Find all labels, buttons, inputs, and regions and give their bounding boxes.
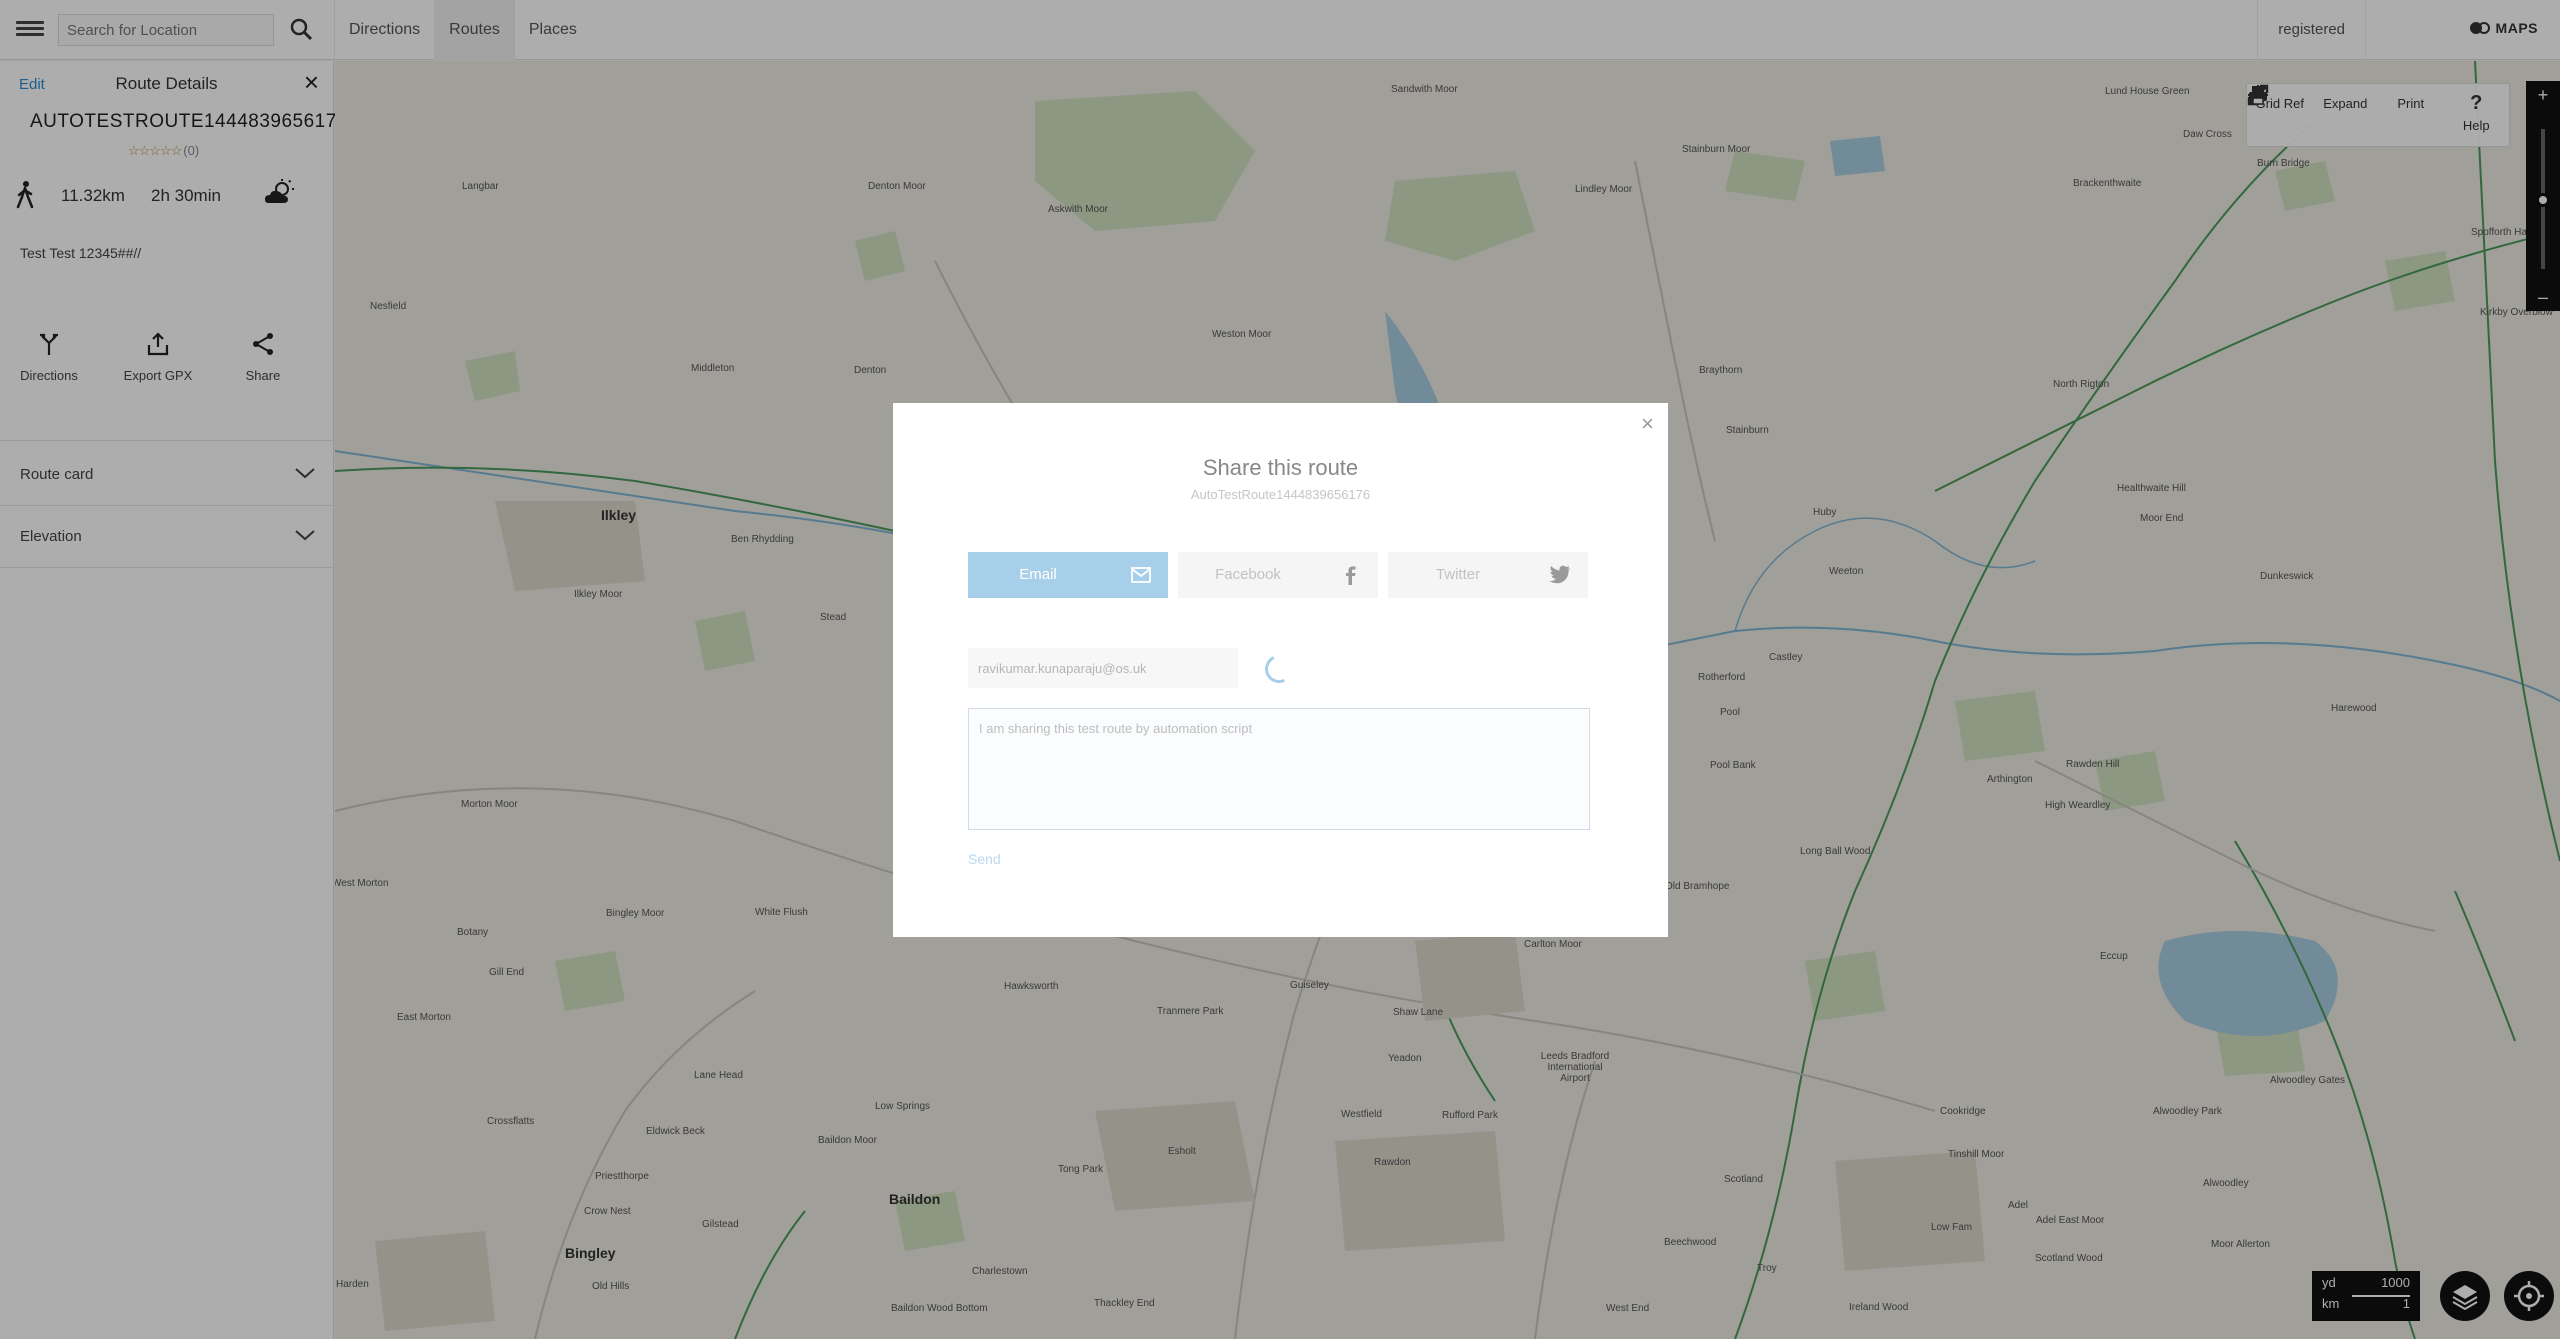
mail-icon bbox=[1130, 564, 1152, 590]
tab-email-label: Email bbox=[1019, 566, 1057, 583]
message-field[interactable]: I am sharing this test route by automati… bbox=[968, 708, 1590, 830]
dialog-subtitle: AutoTestRoute1444839656176 bbox=[1190, 487, 1371, 502]
tab-twitter-label: Twitter bbox=[1435, 566, 1481, 583]
share-route-dialog: × Share this route AutoTestRoute14448396… bbox=[893, 403, 1668, 937]
loading-spinner-icon bbox=[1261, 651, 1297, 687]
tab-facebook[interactable]: Facebook bbox=[1178, 552, 1378, 598]
share-tabs: Email Facebook Twitter bbox=[968, 552, 1593, 598]
tab-email[interactable]: Email bbox=[968, 552, 1168, 598]
twitter-icon bbox=[1548, 564, 1572, 590]
email-field[interactable] bbox=[968, 648, 1238, 688]
dialog-title: Share this route bbox=[1202, 455, 1359, 480]
send-button[interactable]: Send bbox=[968, 851, 1001, 867]
tab-facebook-label: Facebook bbox=[1215, 566, 1281, 583]
tab-twitter[interactable]: Twitter bbox=[1388, 552, 1588, 598]
close-dialog-icon[interactable]: × bbox=[1641, 413, 1654, 435]
facebook-icon bbox=[1340, 564, 1362, 590]
